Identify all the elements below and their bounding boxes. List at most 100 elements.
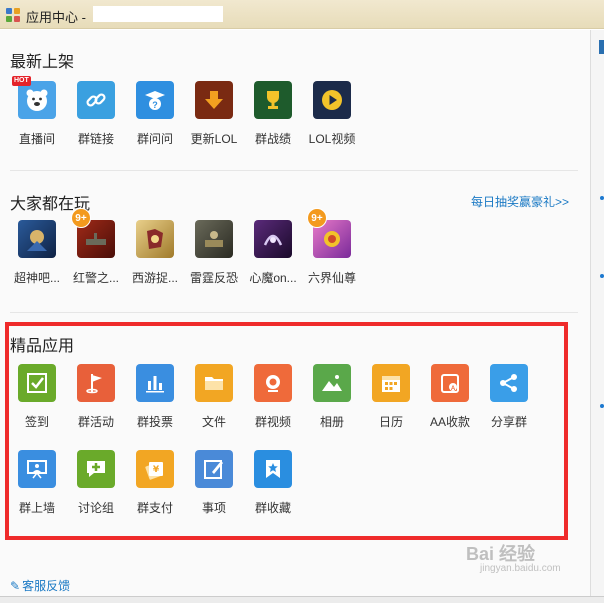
pencil-icon: ✎: [10, 579, 21, 593]
svg-text:¥: ¥: [153, 465, 160, 475]
camera-icon: [254, 364, 292, 402]
app-tile[interactable]: LOL视频: [303, 81, 361, 147]
section-divider: [10, 312, 578, 313]
app-label: 直播间: [18, 132, 55, 146]
app-label: 群投票: [136, 415, 173, 429]
money-icon: ¥: [136, 450, 174, 488]
hot-badge: HOT: [12, 76, 31, 86]
app-tile[interactable]: 文件: [185, 364, 243, 430]
app-tile[interactable]: 更新LOL: [185, 81, 243, 147]
app-label: 心魔on...: [249, 271, 297, 285]
flag-icon: [77, 364, 115, 402]
side-panel-marker: [599, 40, 604, 54]
watermark: Bai 经验 jingyan.baidu.com: [466, 540, 596, 580]
app-tile[interactable]: ? 群问问: [126, 81, 184, 147]
app-tile[interactable]: ¥ 群支付: [126, 450, 184, 516]
app-center-icon: [6, 8, 20, 22]
app-tile[interactable]: 群战绩: [244, 81, 302, 147]
app-label: 更新LOL: [190, 132, 238, 146]
app-tile[interactable]: 群活动: [67, 364, 125, 430]
folder-icon: [195, 364, 233, 402]
game-icon: [18, 220, 56, 258]
window-titlebar: 应用中心 -: [0, 0, 604, 29]
edit-icon: [195, 450, 233, 488]
app-tile[interactable]: 群视频: [244, 364, 302, 430]
app-label: 群问问: [136, 132, 173, 146]
app-label: 讨论组: [77, 501, 114, 515]
calendar-icon: [372, 364, 410, 402]
app-tile[interactable]: 签到: [8, 364, 66, 430]
app-label: AA收款: [429, 415, 470, 429]
game-icon: [254, 220, 292, 258]
app-tile[interactable]: 超神吧...: [8, 220, 66, 286]
app-tile[interactable]: 日历: [362, 364, 420, 430]
app-tile[interactable]: 群链接: [67, 81, 125, 147]
bookmark-star-icon: [254, 450, 292, 488]
section-title-new: 最新上架: [10, 54, 75, 71]
wallet-icon: A: [431, 364, 469, 402]
window-title: 应用中心 -: [26, 10, 86, 25]
watermark-brand: Bai 经验: [466, 544, 536, 564]
side-panel-dot: [600, 196, 604, 200]
app-label: 雷霆反恐: [189, 271, 238, 285]
trophy-icon: [254, 81, 292, 119]
app-tile[interactable]: 心魔on...: [244, 220, 302, 286]
game-icon: 9+: [307, 208, 351, 258]
app-label: 超神吧...: [13, 271, 60, 285]
app-label: 群链接: [77, 132, 114, 146]
customer-feedback-link[interactable]: ✎ 客服反馈: [10, 577, 70, 594]
section-title-featured: 精品应用: [10, 338, 75, 355]
svg-text:A: A: [451, 386, 456, 392]
app-tile[interactable]: 事项: [185, 450, 243, 516]
share-icon: [490, 364, 528, 402]
svg-text:?: ?: [152, 100, 158, 110]
app-tile[interactable]: HOT 直播间: [8, 76, 66, 147]
side-panel-dot: [600, 274, 604, 278]
app-label: 西游捉...: [131, 271, 178, 285]
bear-icon: HOT: [12, 76, 56, 119]
app-label: 群活动: [77, 415, 114, 429]
app-label: 事项: [201, 501, 226, 515]
redacted-title-area: [93, 6, 223, 22]
game-icon: [136, 220, 174, 258]
app-tile[interactable]: 9+ 六界仙尊: [303, 208, 361, 286]
presentation-icon: [18, 450, 56, 488]
game-icon: 9+: [71, 208, 115, 258]
app-tile[interactable]: 分享群: [480, 364, 538, 430]
app-tile[interactable]: 群投票: [126, 364, 184, 430]
app-tile[interactable]: 群收藏: [244, 450, 302, 516]
app-tile[interactable]: 雷霆反恐: [185, 220, 243, 286]
app-label: 红警之...: [72, 271, 119, 285]
app-tile[interactable]: A AA收款: [421, 364, 479, 430]
question-icon: ?: [136, 81, 174, 119]
app-tile[interactable]: 讨论组: [67, 450, 125, 516]
daily-lottery-link[interactable]: 每日抽奖赢豪礼>>: [471, 193, 569, 210]
checkbox-icon: [18, 364, 56, 402]
watermark-url: jingyan.baidu.com: [480, 563, 561, 574]
download-arrow-icon: [195, 81, 233, 119]
app-label: 分享群: [490, 415, 527, 429]
app-label: 相册: [319, 415, 344, 429]
app-label: LOL视频: [308, 132, 356, 146]
app-tile[interactable]: 9+ 红警之...: [67, 208, 125, 286]
game-icon: [195, 220, 233, 258]
app-label: 群支付: [136, 501, 173, 515]
link-icon: [77, 81, 115, 119]
feedback-label: 客服反馈: [22, 579, 71, 593]
notification-badge: 9+: [71, 208, 91, 228]
app-label: 六界仙尊: [307, 271, 356, 285]
play-icon: [313, 81, 351, 119]
right-side-panel: [590, 30, 604, 596]
notification-badge: 9+: [307, 208, 327, 228]
app-label: 签到: [24, 415, 49, 429]
app-label: 日历: [378, 415, 403, 429]
image-icon: [313, 364, 351, 402]
app-label: 群视频: [254, 415, 291, 429]
bar-chart-icon: [136, 364, 174, 402]
app-tile[interactable]: 群上墙: [8, 450, 66, 516]
section-divider: [10, 170, 578, 171]
app-label: 群上墙: [18, 501, 55, 515]
app-tile[interactable]: 西游捉...: [126, 220, 184, 286]
app-tile[interactable]: 相册: [303, 364, 361, 430]
app-label: 群收藏: [254, 501, 291, 515]
